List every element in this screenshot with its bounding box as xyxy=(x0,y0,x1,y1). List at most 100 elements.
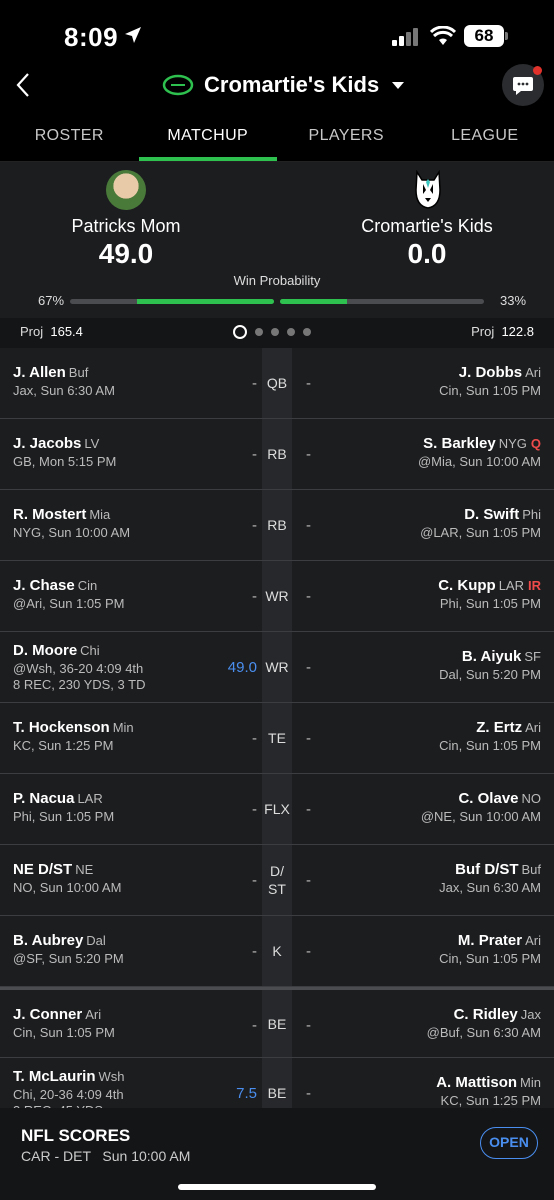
left-player-points: - xyxy=(252,730,257,747)
right-player-points: - xyxy=(306,801,311,818)
page-dot[interactable] xyxy=(303,328,311,336)
proj-label: Proj xyxy=(20,324,44,339)
player-name[interactable]: P. Nacua xyxy=(13,790,74,807)
player-name[interactable]: J. Allen xyxy=(13,364,66,381)
right-player-points: - xyxy=(306,730,311,747)
player-game: Cin, Sun 1:05 PM xyxy=(439,951,541,966)
table-row[interactable]: D. Moore Chi @Wsh, 36-20 4:09 4th 8 REC, … xyxy=(0,632,554,703)
player-name[interactable]: R. Mostert xyxy=(13,506,86,523)
player-team: SF xyxy=(524,649,541,664)
player-name[interactable]: J. Chase xyxy=(13,577,75,594)
player-name[interactable]: C. Kupp xyxy=(438,577,496,594)
position-label: BE xyxy=(262,990,292,1057)
position-label: RB xyxy=(262,490,292,560)
player-game: Phi, Sun 1:05 PM xyxy=(439,596,541,611)
right-player[interactable]: A. Mattison Min KC, Sun 1:25 PM xyxy=(321,1074,541,1108)
right-player[interactable]: C. Ridley Jax @Buf, Sun 6:30 AM xyxy=(321,1006,541,1040)
chevron-down-icon xyxy=(392,82,405,89)
table-row[interactable]: NE D/ST NE NO, Sun 10:00 AM - D/ ST - Buf… xyxy=(0,845,554,916)
player-name[interactable]: M. Prater xyxy=(458,932,522,949)
right-player-points: - xyxy=(306,659,311,676)
position-label: FLX xyxy=(262,774,292,844)
tab-league[interactable]: LEAGUE xyxy=(416,114,554,161)
right-win-pct: 33% xyxy=(500,293,527,308)
page-dot[interactable] xyxy=(255,328,263,336)
position-label: WR xyxy=(262,561,292,631)
player-name[interactable]: B. Aiyuk xyxy=(462,648,521,665)
player-team: Buf xyxy=(521,862,541,877)
chat-button[interactable] xyxy=(502,64,544,106)
back-arrow-icon[interactable] xyxy=(12,70,36,100)
player-name[interactable]: J. Jacobs xyxy=(13,435,81,452)
player-name[interactable]: J. Dobbs xyxy=(459,364,522,381)
player-team: LAR xyxy=(498,578,524,593)
right-player[interactable]: C. Kupp LAR IR Phi, Sun 1:05 PM xyxy=(321,577,541,611)
position-label: K xyxy=(262,916,292,986)
player-name[interactable]: A. Mattison xyxy=(436,1074,517,1091)
table-row[interactable]: T. Hockenson Min KC, Sun 1:25 PM - TE - Z… xyxy=(0,703,554,774)
right-player[interactable]: D. Swift Phi @LAR, Sun 1:05 PM xyxy=(321,506,541,540)
player-name[interactable]: Z. Ertz xyxy=(476,719,522,736)
table-row[interactable]: B. Aubrey Dal @SF, Sun 5:20 PM - K - M. P… xyxy=(0,916,554,987)
table-row[interactable]: J. Jacobs LV GB, Mon 5:15 PM - RB - S. Ba… xyxy=(0,419,554,490)
status-time: 8:09 xyxy=(64,22,119,52)
win-probability-label: Win Probability xyxy=(233,273,321,288)
team-logo-icon[interactable] xyxy=(413,170,443,210)
table-row[interactable]: R. Mostert Mia NYG, Sun 10:00 AM - RB - D… xyxy=(0,490,554,561)
tab-roster[interactable]: ROSTER xyxy=(0,114,139,161)
table-row[interactable]: P. Nacua LAR Phi, Sun 1:05 PM - FLX - C. … xyxy=(0,774,554,845)
player-team: Ari xyxy=(85,1007,102,1022)
right-team-score: 0.0 xyxy=(407,238,447,269)
cellular-signal-icon xyxy=(392,28,418,46)
player-name[interactable]: D. Moore xyxy=(13,642,77,659)
table-row[interactable]: J. Chase Cin @Ari, Sun 1:05 PM - WR - C. … xyxy=(0,561,554,632)
player-name[interactable]: NE D/ST xyxy=(13,861,72,878)
page-indicator[interactable] xyxy=(233,325,311,339)
right-player-points: - xyxy=(306,517,311,534)
page-dot[interactable] xyxy=(287,328,295,336)
tab-matchup[interactable]: MATCHUP xyxy=(138,114,278,161)
left-win-bar-fill xyxy=(137,299,274,304)
right-win-bar xyxy=(280,299,484,304)
player-name[interactable]: T. Hockenson xyxy=(13,719,110,736)
right-player[interactable]: S. Barkley NYG Q @Mia, Sun 10:00 AM xyxy=(321,435,541,469)
tab-players[interactable]: PLAYERS xyxy=(277,114,416,161)
page-dot[interactable] xyxy=(271,328,279,336)
right-player-points: - xyxy=(306,375,311,392)
right-player[interactable]: C. Olave NO @NE, Sun 10:00 AM xyxy=(321,790,541,824)
right-player[interactable]: M. Prater Ari Cin, Sun 1:05 PM xyxy=(321,932,541,966)
player-name[interactable]: T. McLaurin xyxy=(13,1068,96,1085)
player-name[interactable]: C. Ridley xyxy=(454,1006,518,1023)
projection-row: Proj 165.4 Proj 122.8 xyxy=(0,318,554,348)
right-player[interactable]: Z. Ertz Ari Cin, Sun 1:05 PM xyxy=(321,719,541,753)
player-name[interactable]: C. Olave xyxy=(458,790,518,807)
page-dot-active[interactable] xyxy=(233,325,247,339)
player-team: Ari xyxy=(525,933,541,948)
player-team: NO xyxy=(521,791,542,806)
injury-badge: IR xyxy=(528,578,541,593)
table-row[interactable]: J. Allen Buf Jax, Sun 6:30 AM - QB - J. D… xyxy=(0,348,554,419)
table-row[interactable]: J. Conner Ari Cin, Sun 1:05 PM - BE - C. … xyxy=(0,987,554,1058)
player-name[interactable]: J. Conner xyxy=(13,1006,82,1023)
left-team-score: 49.0 xyxy=(98,238,154,269)
player-name[interactable]: D. Swift xyxy=(464,506,519,523)
battery-tip xyxy=(505,32,508,40)
right-proj-value: 122.8 xyxy=(501,324,534,339)
player-game: Cin, Sun 1:05 PM xyxy=(439,383,541,398)
matchup-roster-list: J. Allen Buf Jax, Sun 6:30 AM - QB - J. D… xyxy=(0,348,554,1129)
left-proj-value: 165.4 xyxy=(50,324,83,339)
right-player[interactable]: J. Dobbs Ari Cin, Sun 1:05 PM xyxy=(321,364,541,398)
player-name[interactable]: B. Aubrey xyxy=(13,932,83,949)
player-name[interactable]: Buf D/ST xyxy=(455,861,518,878)
player-name[interactable]: S. Barkley xyxy=(423,435,496,452)
home-indicator[interactable] xyxy=(178,1184,376,1190)
team-selector[interactable]: Cromartie's Kids xyxy=(162,70,405,100)
avatar[interactable] xyxy=(106,170,146,210)
player-team: Buf xyxy=(68,365,89,380)
player-game: @LAR, Sun 1:05 PM xyxy=(420,525,541,540)
player-game: @Mia, Sun 10:00 AM xyxy=(417,454,541,469)
right-player[interactable]: B. Aiyuk SF Dal, Sun 5:20 PM xyxy=(321,648,541,682)
left-player-points: - xyxy=(252,801,257,818)
right-player[interactable]: Buf D/ST Buf Jax, Sun 6:30 AM xyxy=(321,861,541,895)
open-button[interactable]: OPEN xyxy=(480,1127,538,1159)
